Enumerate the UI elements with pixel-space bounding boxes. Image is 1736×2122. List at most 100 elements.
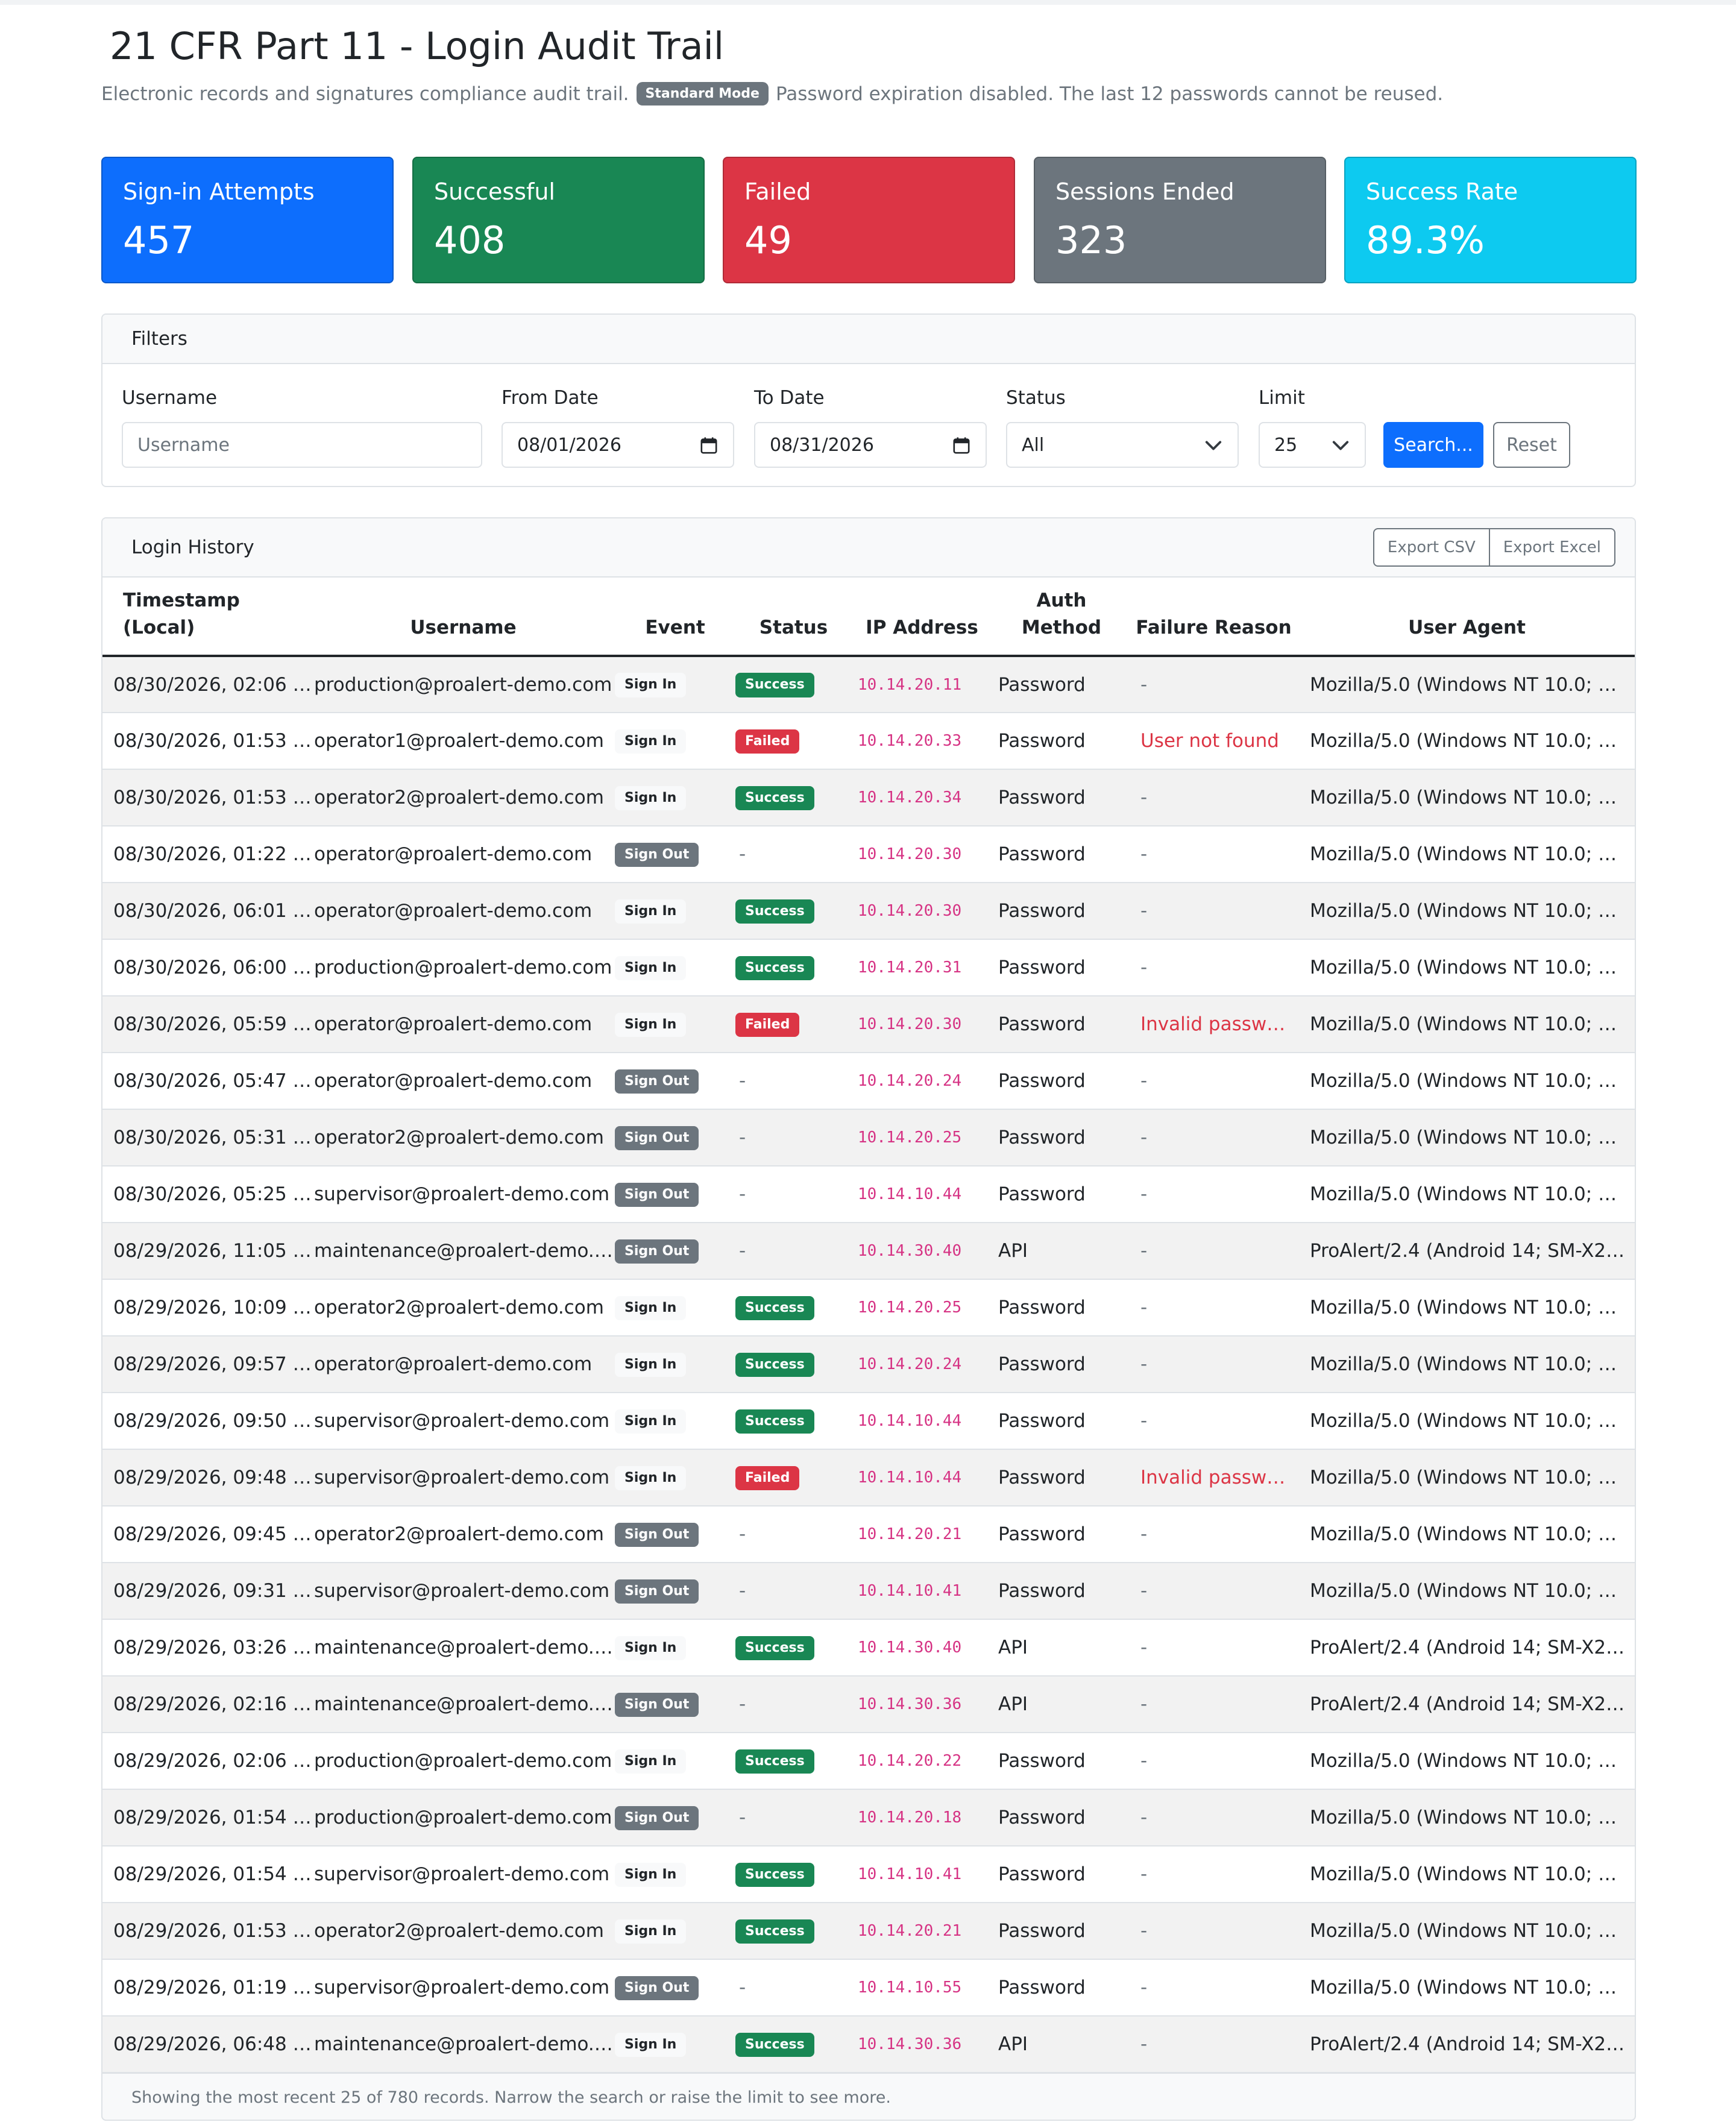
cell-auth-method: Password: [992, 769, 1131, 826]
column-header-event[interactable]: Event: [615, 578, 735, 657]
cell-failure-reason: -: [1131, 1053, 1297, 1110]
table-row[interactable]: 08/29/2026, 01:54 PM supervisor@proalert-…: [102, 1846, 1635, 1903]
table-row[interactable]: 08/30/2026, 05:31 AM operator2@proalert-d…: [102, 1109, 1635, 1166]
to-date-value: 08/31/2026: [770, 434, 874, 456]
cell-timestamp: 08/29/2026, 11:05 PM: [102, 1223, 312, 1280]
table-row[interactable]: 08/30/2026, 06:01 AM operator@proalert-de…: [102, 883, 1635, 940]
cell-user-agent: Mozilla/5.0 (Windows NT 10.0; Win64; x64…: [1297, 1279, 1635, 1336]
column-header-auth-method[interactable]: Auth Method: [992, 578, 1131, 657]
status-badge: -: [739, 843, 746, 865]
cell-status: -: [735, 1166, 852, 1223]
stat-card-success-rate: Success Rate 89.3%: [1344, 157, 1637, 283]
stat-card-sessions-ended: Sessions Ended 323: [1034, 157, 1326, 283]
cell-username: production@proalert-demo.com: [312, 656, 615, 713]
table-row[interactable]: 08/30/2026, 06:00 AM production@proalert-…: [102, 939, 1635, 996]
table-row[interactable]: 08/29/2026, 02:16 PM maintenance@proalert…: [102, 1676, 1635, 1733]
cell-event: Sign In: [615, 2016, 735, 2073]
cell-timestamp: 08/30/2026, 05:31 AM: [102, 1109, 312, 1166]
cell-ip-address: 10.14.10.41: [852, 1563, 992, 1620]
cell-username: operator1@proalert-demo.com: [312, 713, 615, 770]
cell-ip-address: 10.14.20.31: [852, 939, 992, 996]
table-row[interactable]: 08/29/2026, 09:45 PM operator2@proalert-d…: [102, 1506, 1635, 1563]
to-date-input[interactable]: 08/31/2026: [754, 422, 987, 468]
to-date-label: To Date: [754, 387, 825, 409]
table-row[interactable]: 08/30/2026, 05:25 AM supervisor@proalert-…: [102, 1166, 1635, 1223]
cell-auth-method: Password: [992, 1393, 1131, 1450]
search-button[interactable]: Search...: [1383, 422, 1483, 468]
cell-timestamp: 08/30/2026, 06:01 AM: [102, 883, 312, 940]
column-header-timestamp[interactable]: Timestamp (Local): [102, 578, 312, 657]
status-badge: Success: [735, 899, 814, 924]
table-footer: Showing the most recent 25 of 780 record…: [101, 2073, 1636, 2121]
table-row[interactable]: 08/29/2026, 01:54 PM production@proalert-…: [102, 1789, 1635, 1847]
export-excel-button[interactable]: Export Excel: [1489, 528, 1615, 567]
status-badge: Success: [735, 1352, 814, 1377]
table-row[interactable]: 08/29/2026, 09:48 PM supervisor@proalert-…: [102, 1449, 1635, 1506]
cell-user-agent: Mozilla/5.0 (Windows NT 10.0; Win64; x64…: [1297, 826, 1635, 883]
cell-user-agent: Mozilla/5.0 (Windows NT 10.0; Win64; x64…: [1297, 1393, 1635, 1450]
event-badge: Sign Out: [615, 1579, 699, 1604]
table-row[interactable]: 08/30/2026, 01:53 PM operator1@proalert-d…: [102, 713, 1635, 770]
status-select[interactable]: All: [1006, 422, 1239, 468]
cell-user-agent: ProAlert/2.4 (Android 14; SM-X210; Table…: [1297, 1619, 1635, 1677]
stat-value: 89.3%: [1366, 218, 1485, 262]
cell-event: Sign Out: [615, 1109, 735, 1166]
records-summary: Showing the most recent 25 of 780 record…: [131, 2088, 891, 2107]
table-row[interactable]: 08/29/2026, 10:09 PM operator2@proalert-d…: [102, 1279, 1635, 1336]
reset-button[interactable]: Reset: [1493, 422, 1570, 468]
stat-label: Success Rate: [1366, 178, 1518, 205]
export-csv-button[interactable]: Export CSV: [1373, 528, 1490, 567]
table-row[interactable]: 08/30/2026, 01:53 PM operator2@proalert-d…: [102, 769, 1635, 826]
subtitle-text: Electronic records and signatures compli…: [101, 83, 629, 105]
page-title: 21 CFR Part 11 - Login Audit Trail: [110, 24, 725, 68]
cell-ip-address: 10.14.20.22: [852, 1733, 992, 1790]
cell-user-agent: ProAlert/2.4 (Android 14; SM-X210; Table…: [1297, 2016, 1635, 2073]
table-row[interactable]: 08/29/2026, 01:19 PM supervisor@proalert-…: [102, 1959, 1635, 2017]
cell-ip-address: 10.14.20.30: [852, 826, 992, 883]
limit-select[interactable]: 25: [1259, 422, 1366, 468]
cell-failure-reason: -: [1131, 1676, 1297, 1733]
stat-value: 49: [744, 218, 792, 262]
table-row[interactable]: 08/29/2026, 11:05 PM maintenance@proalert…: [102, 1223, 1635, 1280]
column-header-user-agent[interactable]: User Agent: [1297, 578, 1635, 657]
table-row[interactable]: 08/29/2026, 06:48 AM maintenance@proalert…: [102, 2016, 1635, 2073]
table-row[interactable]: 08/29/2026, 03:26 PM maintenance@proalert…: [102, 1619, 1635, 1677]
cell-ip-address: 10.14.10.41: [852, 1846, 992, 1903]
calendar-icon[interactable]: [952, 436, 971, 455]
cell-timestamp: 08/30/2026, 01:53 PM: [102, 713, 312, 770]
table-row[interactable]: 08/29/2026, 09:31 PM supervisor@proalert-…: [102, 1563, 1635, 1620]
column-header-ip-address[interactable]: IP Address: [852, 578, 992, 657]
stat-label: Successful: [434, 178, 555, 205]
cell-failure-reason: -: [1131, 1279, 1297, 1336]
cell-failure-reason: Invalid password: [1131, 996, 1297, 1053]
cell-failure-reason: -: [1131, 1109, 1297, 1166]
cell-auth-method: API: [992, 2016, 1131, 2073]
table-row[interactable]: 08/29/2026, 02:06 PM production@proalert-…: [102, 1733, 1635, 1790]
column-header-failure-reason[interactable]: Failure Reason: [1131, 578, 1297, 657]
cell-username: operator2@proalert-demo.com: [312, 1279, 615, 1336]
cell-user-agent: Mozilla/5.0 (Windows NT 10.0; Win64; x64…: [1297, 1846, 1635, 1903]
cell-auth-method: Password: [992, 1053, 1131, 1110]
status-badge: -: [739, 1977, 746, 1998]
table-row[interactable]: 08/29/2026, 09:57 PM operator@proalert-de…: [102, 1336, 1635, 1393]
cell-status: Failed: [735, 1449, 852, 1506]
table-row[interactable]: 08/30/2026, 05:59 AM operator@proalert-de…: [102, 996, 1635, 1053]
calendar-icon[interactable]: [699, 436, 719, 455]
table-row[interactable]: 08/30/2026, 05:47 AM operator@proalert-de…: [102, 1053, 1635, 1110]
username-input[interactable]: [122, 422, 482, 468]
table-row[interactable]: 08/30/2026, 01:22 PM operator@proalert-de…: [102, 826, 1635, 883]
cell-username: operator@proalert-demo.com: [312, 883, 615, 940]
table-row[interactable]: 08/30/2026, 02:06 PM production@proalert-…: [102, 656, 1635, 713]
column-header-username[interactable]: Username: [312, 578, 615, 657]
cell-username: operator@proalert-demo.com: [312, 1336, 615, 1393]
stat-value: 408: [434, 218, 506, 262]
cell-failure-reason: -: [1131, 826, 1297, 883]
filters-header: Filters: [102, 315, 1635, 364]
cell-event: Sign Out: [615, 1959, 735, 2017]
table-row[interactable]: 08/29/2026, 01:53 PM operator2@proalert-d…: [102, 1903, 1635, 1960]
column-header-status[interactable]: Status: [735, 578, 852, 657]
cell-user-agent: Mozilla/5.0 (Windows NT 10.0; Win64; x64…: [1297, 996, 1635, 1053]
from-date-input[interactable]: 08/01/2026: [502, 422, 734, 468]
table-row[interactable]: 08/29/2026, 09:50 PM supervisor@proalert-…: [102, 1393, 1635, 1450]
cell-user-agent: Mozilla/5.0 (Windows NT 10.0; Win64; x64…: [1297, 769, 1635, 826]
